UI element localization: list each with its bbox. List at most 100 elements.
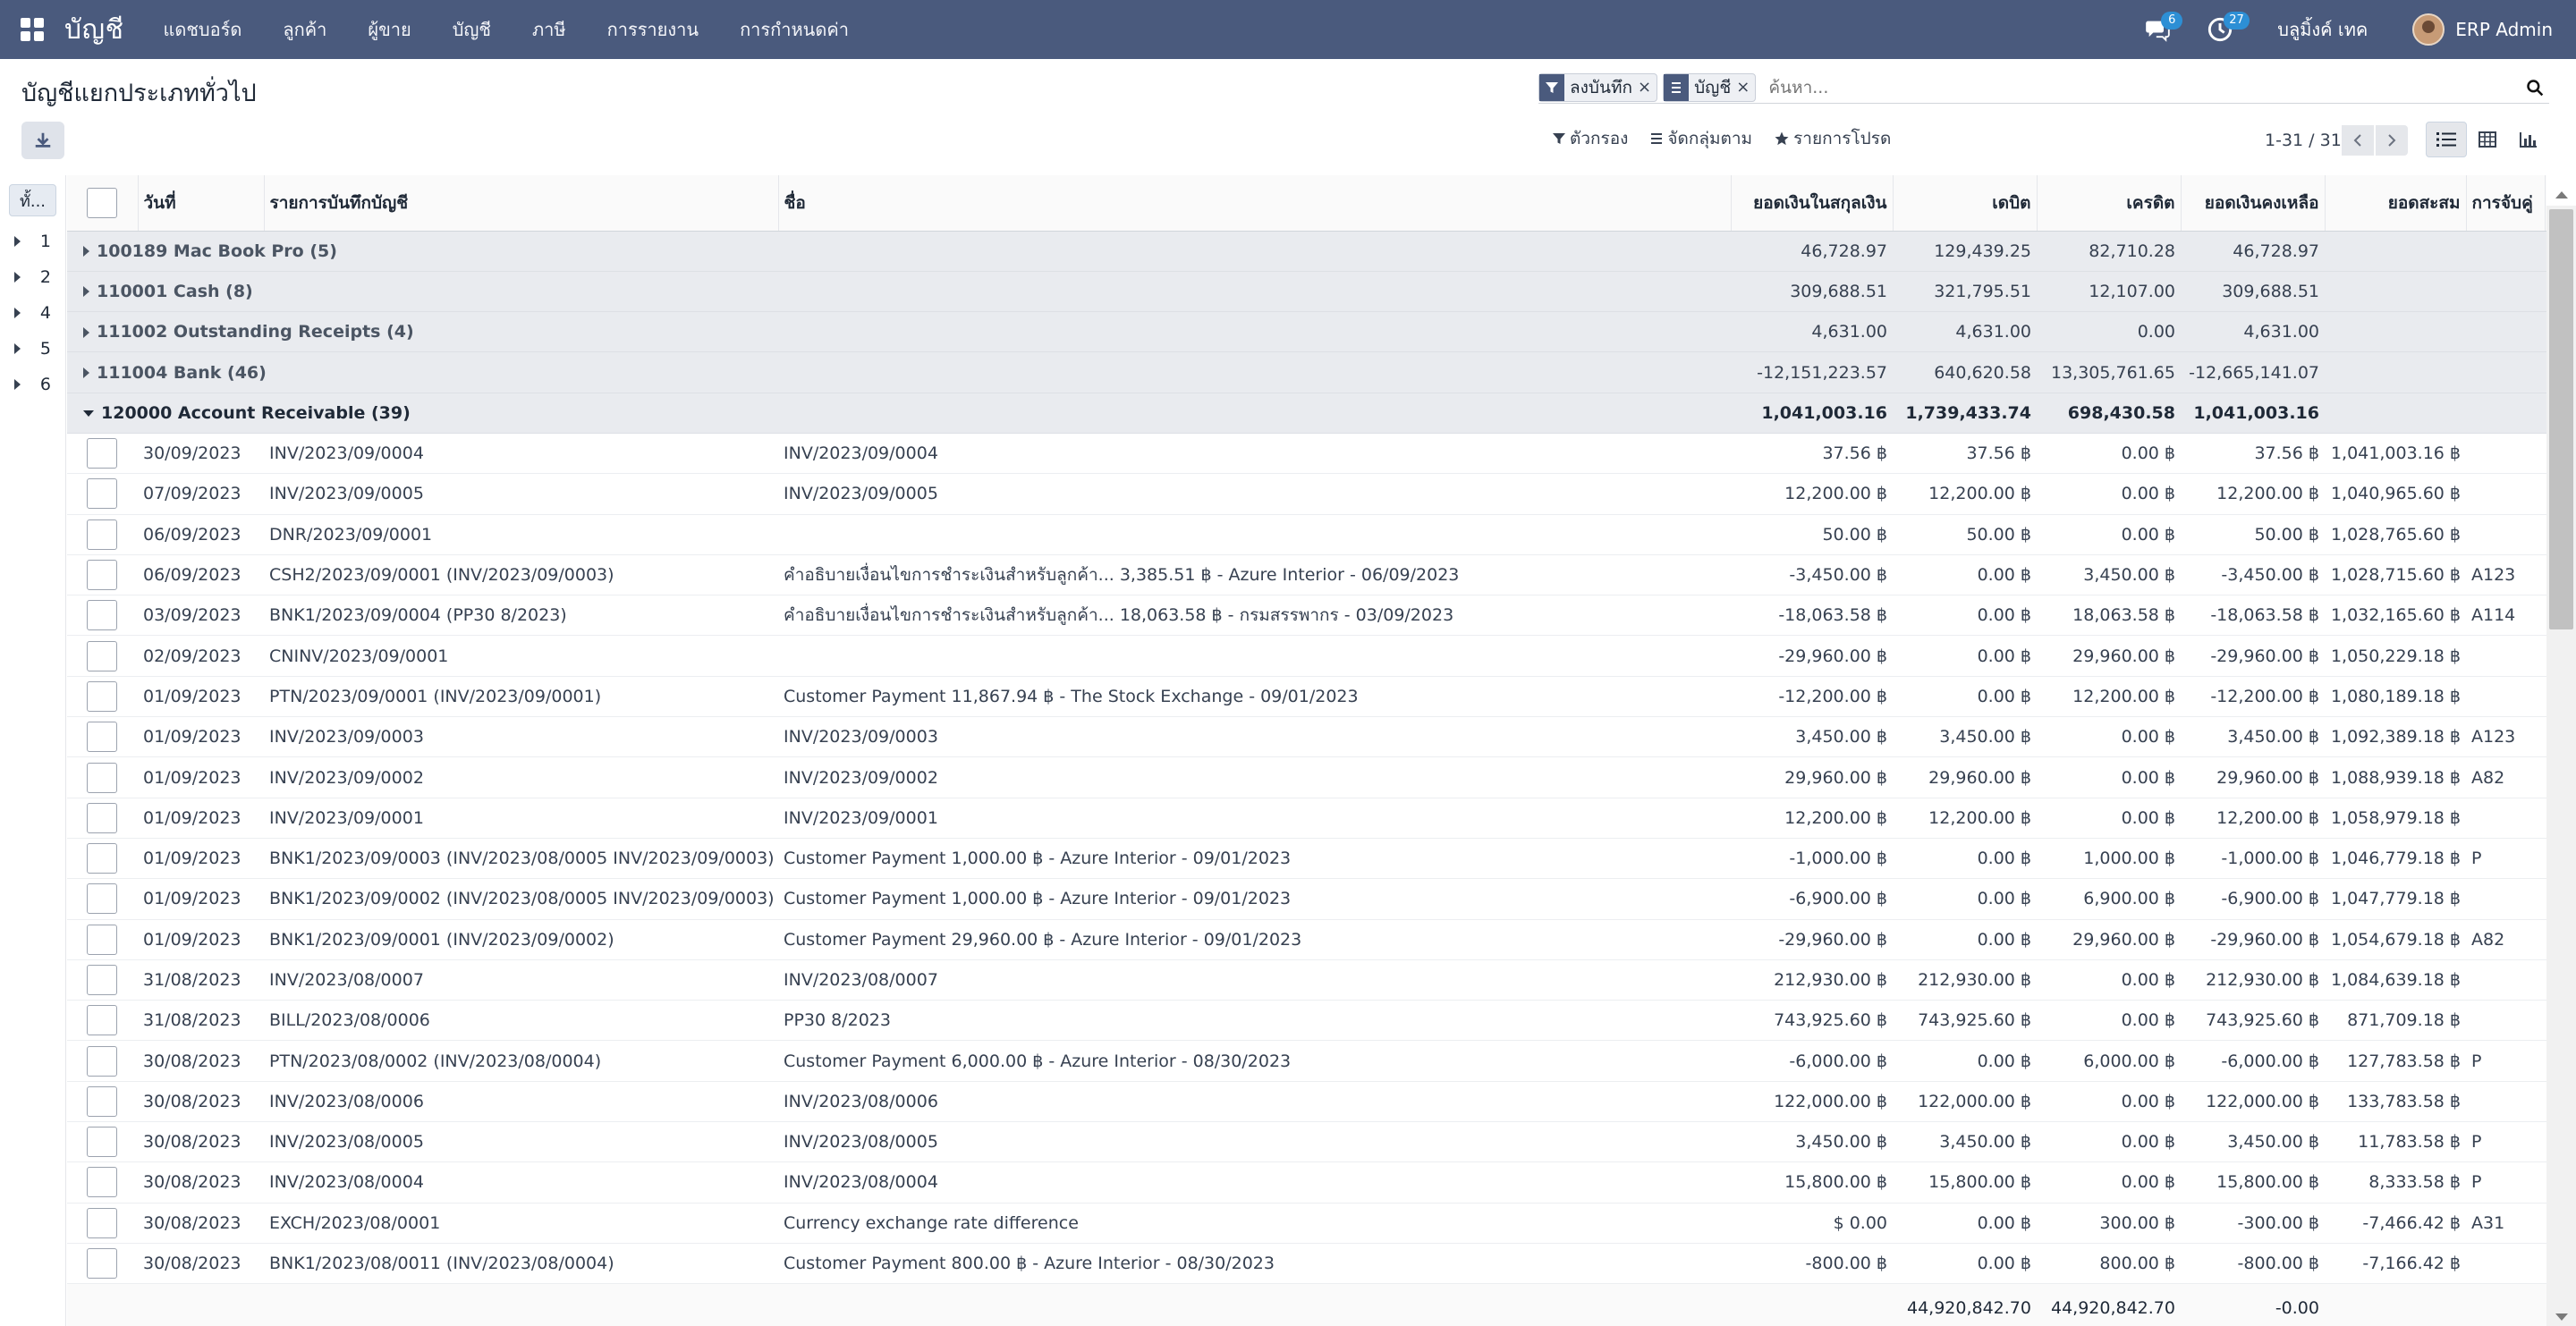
row-checkbox[interactable] — [87, 560, 117, 591]
menu-configuration[interactable]: การกำหนดค่า — [740, 15, 849, 44]
export-button[interactable] — [21, 122, 64, 159]
company-switcher[interactable]: บลูมิ้งค์ เทค — [2277, 15, 2368, 44]
row-checkbox[interactable] — [87, 600, 117, 631]
column-header-debit[interactable]: เดบิต — [1892, 175, 2037, 232]
apps-menu-button[interactable] — [0, 0, 64, 59]
table-row[interactable]: 06/09/2023 DNR/2023/09/0001 50.00 ฿ 50.00 ฿… — [67, 514, 2546, 555]
pivot-view-button[interactable] — [2467, 122, 2508, 157]
side-panel-item[interactable]: 1 — [0, 224, 65, 259]
table-row[interactable]: 30/08/2023 INV/2023/08/0005 INV/2023/08/00… — [67, 1121, 2546, 1163]
vertical-scrollbar[interactable] — [2546, 191, 2576, 1326]
filters-dropdown[interactable]: ตัวกรอง — [1552, 125, 1628, 152]
menu-accounting[interactable]: บัญชี — [453, 15, 491, 44]
table-row[interactable]: 01/09/2023 BNK1/2023/09/0002 (INV/2023/08… — [67, 878, 2546, 920]
menu-tax[interactable]: ภาษี — [532, 15, 566, 44]
table-row[interactable]: 03/09/2023 BNK1/2023/09/0004 (PP30 8/2023… — [67, 595, 2546, 637]
row-checkbox[interactable] — [87, 519, 117, 550]
group-name[interactable]: 120000 Account Receivable (39) — [67, 393, 1731, 434]
row-checkbox[interactable] — [87, 1248, 117, 1280]
search-facet-filter[interactable]: ลงบันทึก × — [1538, 72, 1658, 102]
group-row[interactable]: 120000 Account Receivable (39) 1,041,003.… — [67, 393, 2546, 434]
groupby-dropdown[interactable]: จัดกลุ่มตาม — [1649, 125, 1752, 152]
table-row[interactable]: 31/08/2023 BILL/2023/08/0006 PP30 8/2023 74… — [67, 1000, 2546, 1042]
row-checkbox[interactable] — [87, 1005, 117, 1036]
side-panel-item[interactable]: 2 — [0, 259, 65, 295]
row-checkbox[interactable] — [87, 640, 117, 671]
column-header-cumulated[interactable]: ยอดสะสม — [2324, 175, 2466, 232]
scroll-up-icon[interactable] — [2555, 191, 2568, 198]
favorites-dropdown[interactable]: รายการโปรด — [1774, 125, 1891, 152]
group-name[interactable]: 110001 Cash (8) — [67, 271, 1731, 313]
user-avatar[interactable] — [2412, 13, 2445, 46]
column-header-balance[interactable]: ยอดเงินคงเหลือ — [2180, 175, 2325, 232]
table-row[interactable]: 06/09/2023 CSH2/2023/09/0001 (INV/2023/09… — [67, 554, 2546, 596]
row-checkbox[interactable] — [87, 762, 117, 793]
table-row[interactable]: 30/08/2023 PTN/2023/08/0002 (INV/2023/08/… — [67, 1040, 2546, 1082]
table-row[interactable]: 02/09/2023 CNINV/2023/09/0001 -29,960.00 ฿… — [67, 635, 2546, 677]
table-row[interactable]: 31/08/2023 INV/2023/08/0007 INV/2023/08/00… — [67, 959, 2546, 1001]
column-header-label[interactable]: ชื่อ — [777, 175, 1731, 232]
row-checkbox[interactable] — [87, 722, 117, 753]
search-facet-groupby[interactable]: บัญชี × — [1663, 72, 1757, 102]
graph-view-button[interactable] — [2508, 122, 2549, 157]
row-checkbox[interactable] — [87, 1045, 117, 1077]
row-checkbox[interactable] — [87, 680, 117, 712]
messages-button[interactable]: 6 — [2140, 0, 2183, 59]
table-row[interactable]: 30/08/2023 EXCH/2023/08/0001 Currency exch… — [67, 1203, 2546, 1244]
column-header-amount-currency[interactable]: ยอดเงินในสกุลเงิน — [1730, 175, 1893, 232]
row-checkbox[interactable] — [87, 924, 117, 955]
menu-reporting[interactable]: การรายงาน — [607, 15, 699, 44]
table-row[interactable]: 01/09/2023 INV/2023/09/0001 INV/2023/09/00… — [67, 798, 2546, 839]
group-name[interactable]: 100189 Mac Book Pro (5) — [67, 231, 1731, 272]
close-icon[interactable]: × — [1736, 78, 1755, 97]
row-checkbox[interactable] — [87, 1167, 117, 1198]
group-name[interactable]: 111004 Bank (46) — [67, 351, 1731, 393]
close-icon[interactable]: × — [1638, 78, 1657, 97]
table-row[interactable]: 01/09/2023 BNK1/2023/09/0001 (INV/2023/09… — [67, 919, 2546, 960]
row-checkbox[interactable] — [87, 802, 117, 833]
app-brand[interactable]: บัญชี — [64, 9, 123, 51]
table-row[interactable]: 01/09/2023 INV/2023/09/0002 INV/2023/09/00… — [67, 756, 2546, 798]
scrollbar-thumb[interactable] — [2549, 209, 2573, 629]
group-name[interactable]: 111002 Outstanding Receipts (4) — [67, 311, 1731, 353]
table-row[interactable]: 01/09/2023 BNK1/2023/09/0003 (INV/2023/08… — [67, 838, 2546, 880]
row-checkbox[interactable] — [87, 883, 117, 915]
column-header-date[interactable]: วันที่ — [137, 175, 264, 232]
list-view-button[interactable] — [2426, 122, 2467, 157]
row-checkbox[interactable] — [87, 843, 117, 874]
side-panel-item[interactable]: 4 — [0, 295, 65, 331]
group-row[interactable]: 111004 Bank (46) -12,151,223.57 640,620.58… — [67, 351, 2546, 393]
table-row[interactable]: 30/09/2023 INV/2023/09/0004 INV/2023/09/00… — [67, 433, 2546, 475]
search-input[interactable] — [1761, 77, 2521, 97]
pager-next-button[interactable] — [2375, 125, 2408, 156]
group-row[interactable]: 110001 Cash (8) 309,688.51 321,795.51 12,10… — [67, 271, 2546, 313]
table-row[interactable]: 30/08/2023 INV/2023/08/0006 INV/2023/08/00… — [67, 1081, 2546, 1123]
table-row[interactable]: 30/08/2023 INV/2023/08/0004 INV/2023/08/00… — [67, 1161, 2546, 1204]
row-checkbox[interactable] — [87, 1207, 117, 1238]
pager-previous-button[interactable] — [2341, 125, 2374, 156]
row-checkbox[interactable] — [87, 1085, 117, 1117]
scroll-down-icon[interactable] — [2555, 1313, 2568, 1321]
user-menu[interactable]: ERP Admin — [2455, 19, 2553, 40]
row-checkbox[interactable] — [87, 438, 117, 469]
row-checkbox[interactable] — [87, 478, 117, 510]
menu-vendors[interactable]: ผู้ขาย — [368, 15, 411, 44]
row-checkbox[interactable] — [87, 964, 117, 995]
column-header-matching[interactable]: การจับคู่ — [2465, 175, 2545, 232]
table-row[interactable]: 30/08/2023 BNK1/2023/08/0011 (INV/2023/08… — [67, 1243, 2546, 1285]
side-panel-all[interactable]: ทั้... — [9, 184, 56, 216]
row-checkbox[interactable] — [87, 1127, 117, 1158]
pager-value[interactable]: 1-31 / 31 — [2265, 131, 2342, 150]
table-row[interactable]: 01/09/2023 PTN/2023/09/0001 (INV/2023/09/… — [67, 676, 2546, 718]
group-row[interactable]: 100189 Mac Book Pro (5) 46,728.97 129,439.… — [67, 231, 2546, 272]
side-panel-item[interactable]: 6 — [0, 367, 65, 402]
activities-button[interactable]: 27 — [2202, 0, 2250, 59]
group-row[interactable]: 111002 Outstanding Receipts (4) 4,631.00 4… — [67, 311, 2546, 353]
column-header-credit[interactable]: เครดิต — [2036, 175, 2181, 232]
menu-dashboard[interactable]: แดชบอร์ด — [163, 15, 242, 44]
search-icon[interactable] — [2521, 73, 2549, 102]
table-row[interactable]: 01/09/2023 INV/2023/09/0003 INV/2023/09/00… — [67, 716, 2546, 758]
column-header-journal-entry[interactable]: รายการบันทึกบัญชี — [263, 175, 778, 232]
table-row[interactable]: 07/09/2023 INV/2023/09/0005 INV/2023/09/00… — [67, 473, 2546, 515]
select-all-checkbox[interactable] — [87, 187, 117, 218]
